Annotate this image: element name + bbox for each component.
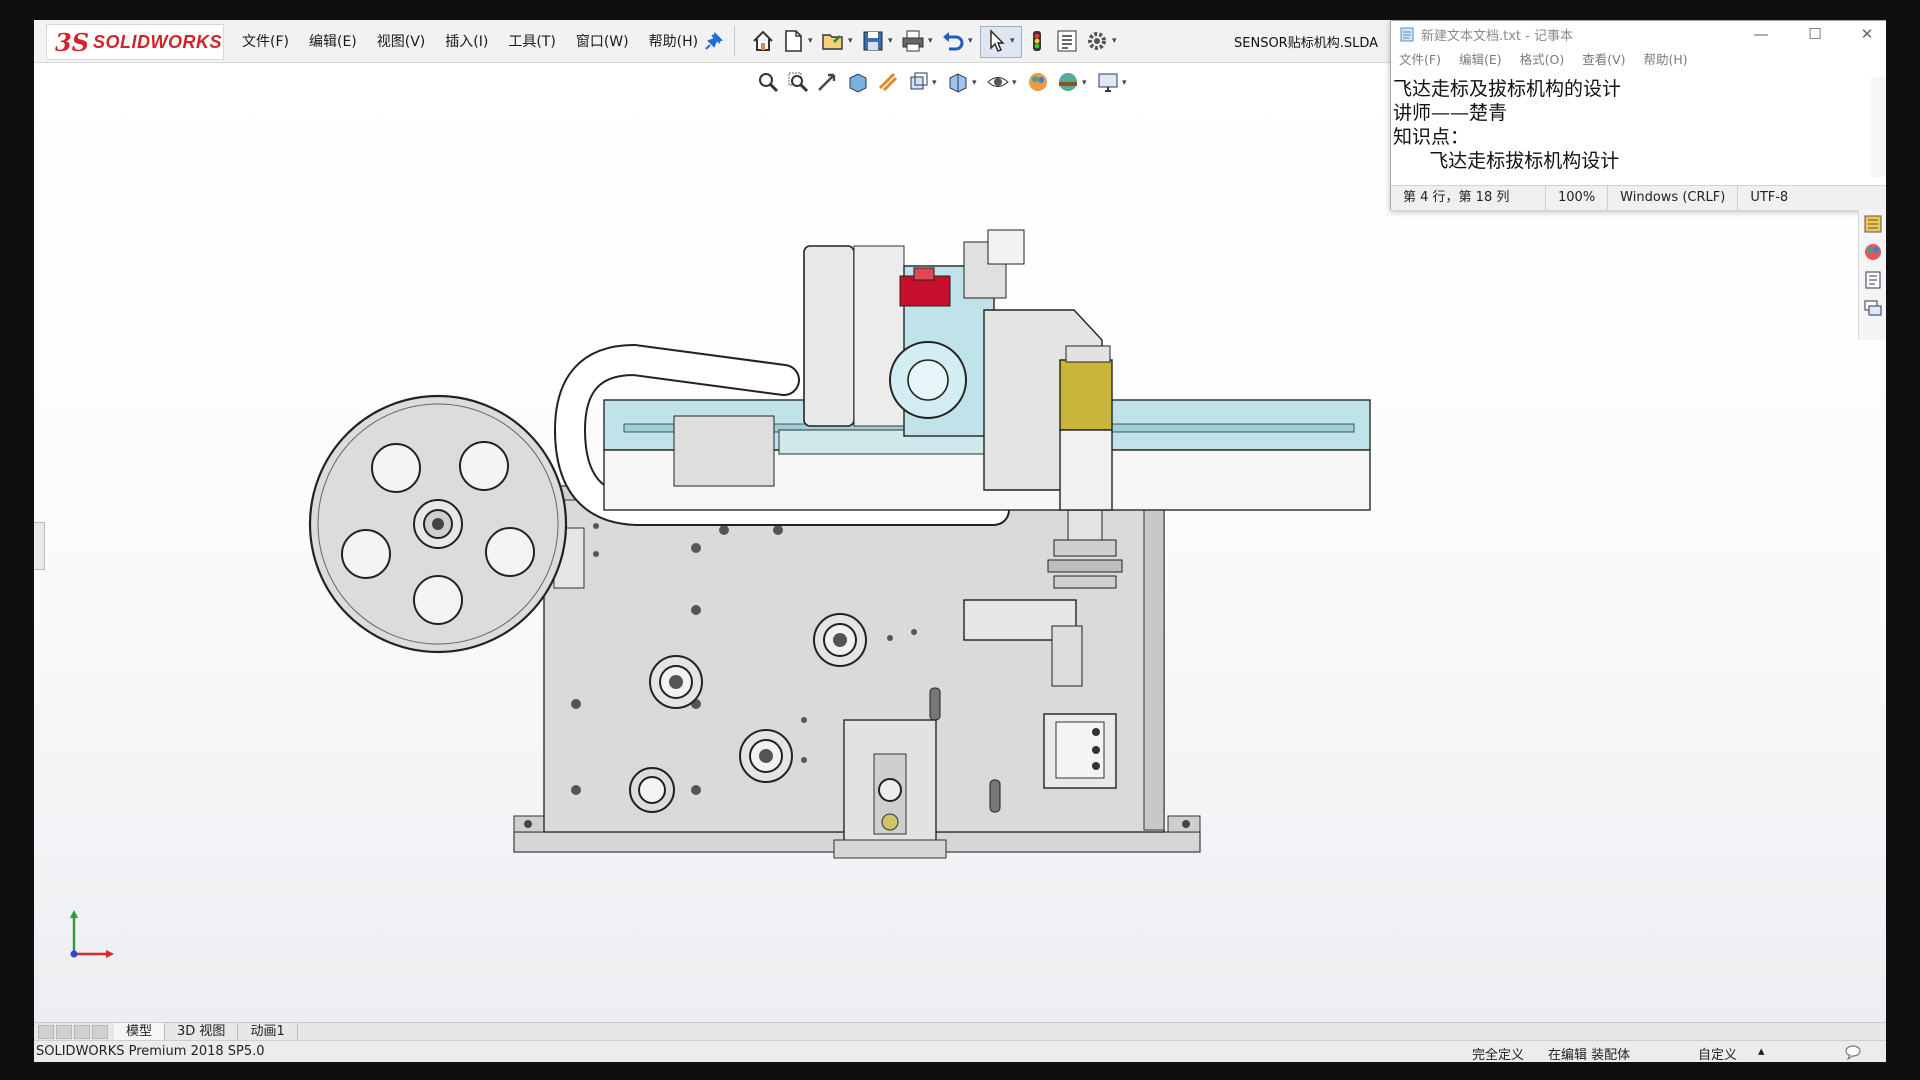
view-settings-icon[interactable] [1096,70,1120,94]
roller-3 [739,729,793,783]
apply-scene-icon[interactable] [1056,70,1080,94]
notepad-line: 讲师——楚青 [1393,102,1508,124]
definition-status: 完全定义 [1472,1048,1525,1062]
chevron-down-icon[interactable]: ▾ [888,36,896,46]
tab-bar: 模型 3D 视图 动画1 [34,1022,1886,1041]
save-icon[interactable] [860,28,886,54]
hide-show-items-icon[interactable] [986,70,1010,94]
notepad-line: 飞达走标拔标机构设计 [1393,150,1620,172]
notepad-line: 飞达走标及拔标机构的设计 [1393,78,1622,100]
properties-list-icon[interactable] [1054,28,1080,54]
design-library-icon[interactable] [1863,214,1883,234]
tab-animation1[interactable]: 动画1 [238,1023,298,1041]
label-head [1059,359,1113,431]
roller-2 [813,613,867,667]
chevron-down-icon[interactable]: ▾ [1012,78,1020,88]
chevron-up-icon[interactable]: ▴ [1758,1044,1765,1059]
label-reel [308,394,585,654]
edit-appearance-icon[interactable] [1026,70,1050,94]
chevron-down-icon[interactable]: ▾ [932,78,940,88]
roller-4 [629,767,675,813]
document-title: SENSOR贴标机构.SLDASM [1234,36,1378,51]
chevron-down-icon[interactable]: ▾ [928,36,936,46]
home-icon[interactable] [750,28,776,54]
forum-icon[interactable] [1863,298,1883,318]
previous-view-icon[interactable] [816,70,840,94]
chevron-down-icon[interactable]: ▾ [1010,36,1018,46]
product-version: SOLIDWORKS Premium 2018 SP5.0 [36,1044,265,1059]
new-document-icon[interactable] [780,28,806,54]
zoom-area-icon[interactable] [786,70,810,94]
notepad-title: 新建文本文档.txt - 记事本 [1421,28,1573,44]
edit-mode-status: 在编辑 装配体 [1548,1048,1631,1062]
chevron-down-icon[interactable]: ▾ [1112,36,1120,46]
appearances-icon[interactable] [1863,242,1883,262]
pin-icon[interactable] [704,31,724,51]
zoom-to-fit-icon[interactable] [756,70,780,94]
toolbar-separator [734,26,735,56]
notepad-menu-bar: 文件(F) 编辑(E) 格式(O) 查看(V) 帮助(H) [1391,47,1886,69]
maximize-icon[interactable]: ☐ [1795,23,1835,45]
notepad-menu-file[interactable]: 文件(F) [1399,49,1441,68]
menu-window[interactable]: 窗口(W) [576,31,629,51]
tab-3d-view[interactable]: 3D 视图 [165,1023,239,1041]
notepad-line: 知识点： [1393,126,1470,148]
drive-drum [803,245,855,427]
chevron-down-icon[interactable]: ▾ [968,36,976,46]
reference-triad-icon [70,910,114,958]
open-folder-icon[interactable] [820,28,846,54]
notepad-menu-help[interactable]: 帮助(H) [1644,49,1688,68]
notepad-cursor-position: 第 4 行，第 18 列 [1391,186,1546,210]
feature-manager-collapse-handle[interactable] [34,522,45,570]
display-style-icon[interactable] [946,70,970,94]
menu-view[interactable]: 视图(V) [377,31,426,51]
menu-edit[interactable]: 编辑(E) [309,31,357,51]
task-pane-tabs [1858,210,1886,340]
roller-1 [649,655,703,709]
minimize-icon[interactable]: — [1741,23,1781,45]
notepad-encoding: UTF-8 [1750,190,1789,205]
menu-help[interactable]: 帮助(H) [649,31,698,51]
view-orientation-icon[interactable] [906,70,930,94]
select-cursor-icon[interactable] [984,28,1010,54]
notepad-text-area[interactable]: 飞达走标及拔标机构的设计 讲师——楚青 知识点： 飞达走标拔标机构设计 [1393,77,1863,177]
menu-tools[interactable]: 工具(T) [508,31,555,51]
tab-navigation[interactable] [38,1025,114,1039]
gear-icon[interactable] [1084,28,1110,54]
tab-model[interactable]: 模型 [114,1023,166,1041]
notepad-scrollbar[interactable] [1871,77,1886,177]
notepad-menu-view[interactable]: 查看(V) [1582,49,1625,68]
notepad-window[interactable]: 新建文本文档.txt - 记事本 — ☐ ✕ 文件(F) 编辑(E) 格式(O)… [1390,20,1886,210]
notepad-zoom: 100% [1546,186,1609,210]
menu-file[interactable]: 文件(F) [242,31,289,51]
notepad-menu-edit[interactable]: 编辑(E) [1459,49,1502,68]
dynamic-annotation-icon[interactable] [876,70,900,94]
chevron-down-icon[interactable]: ▾ [848,36,856,46]
traffic-light-icon[interactable] [1024,28,1050,54]
menu-insert[interactable]: 插入(I) [445,31,488,51]
notepad-menu-format[interactable]: 格式(O) [1520,49,1565,68]
notepad-icon [1400,27,1414,42]
app-window: 3S SOLIDWORKS 文件(F) 编辑(E) 视图(V) 插入(I) 工具… [34,20,1886,1062]
undo-icon[interactable] [940,28,966,54]
chevron-down-icon[interactable]: ▾ [1122,78,1130,88]
menu-bar: 文件(F) 编辑(E) 视图(V) 插入(I) 工具(T) 窗口(W) 帮助(H… [242,20,718,62]
notepad-line-ending: Windows (CRLF) [1608,186,1739,210]
notepad-status-bar: 第 4 行，第 18 列 100% Windows (CRLF) UTF-8 [1391,185,1886,210]
solidworks-logo[interactable]: 3S SOLIDWORKS [46,24,224,60]
notepad-title-bar[interactable]: 新建文本文档.txt - 记事本 — ☐ ✕ [1391,21,1886,47]
logo-text: SOLIDWORKS [93,31,223,52]
chevron-down-icon[interactable]: ▾ [972,78,980,88]
units-custom[interactable]: 自定义 [1698,1044,1737,1062]
status-bar: SOLIDWORKS Premium 2018 SP5.0 完全定义 在编辑 装… [34,1040,1886,1062]
chevron-down-icon[interactable]: ▾ [1082,78,1090,88]
print-icon[interactable] [900,28,926,54]
chat-bubble-icon[interactable] [1844,1043,1862,1061]
close-icon[interactable]: ✕ [1847,23,1886,45]
section-view-icon[interactable] [846,70,870,94]
custom-properties-icon[interactable] [1863,270,1883,290]
logo-ds: 3S [55,27,90,57]
chevron-down-icon[interactable]: ▾ [808,36,816,46]
